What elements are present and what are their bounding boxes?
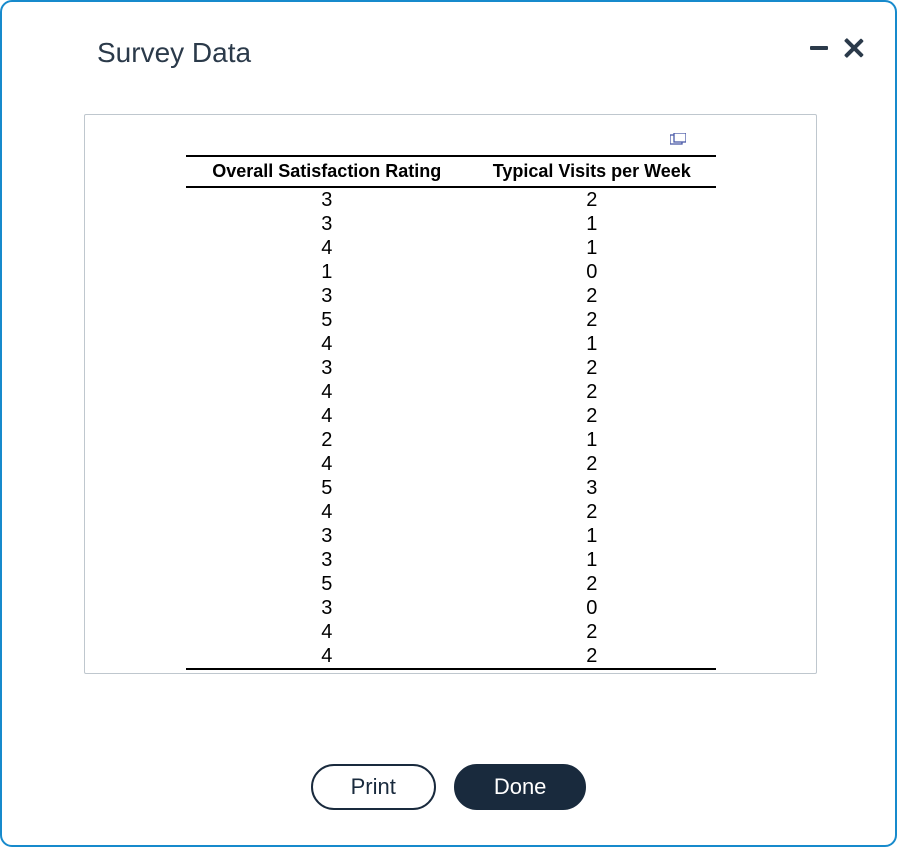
cell-visits: 0 bbox=[468, 596, 715, 620]
table-row: 41 bbox=[186, 236, 716, 260]
cell-visits: 3 bbox=[468, 476, 715, 500]
cell-rating: 3 bbox=[186, 356, 469, 380]
cell-rating: 3 bbox=[186, 524, 469, 548]
cell-rating: 4 bbox=[186, 500, 469, 524]
cell-rating: 5 bbox=[186, 308, 469, 332]
cell-visits: 1 bbox=[468, 236, 715, 260]
survey-table: Overall Satisfaction Rating Typical Visi… bbox=[186, 155, 716, 670]
print-button[interactable]: Print bbox=[311, 764, 436, 810]
cell-rating: 4 bbox=[186, 332, 469, 356]
table-row: 52 bbox=[186, 572, 716, 596]
cell-visits: 2 bbox=[468, 500, 715, 524]
cell-visits: 2 bbox=[468, 620, 715, 644]
cell-visits: 1 bbox=[468, 524, 715, 548]
cell-visits: 1 bbox=[468, 548, 715, 572]
table-row: 32 bbox=[186, 187, 716, 212]
cell-visits: 1 bbox=[468, 212, 715, 236]
cell-rating: 3 bbox=[186, 596, 469, 620]
cell-rating: 4 bbox=[186, 236, 469, 260]
cell-rating: 4 bbox=[186, 452, 469, 476]
cell-visits: 2 bbox=[468, 404, 715, 428]
cell-rating: 5 bbox=[186, 572, 469, 596]
table-row: 32 bbox=[186, 284, 716, 308]
window-controls bbox=[809, 37, 865, 59]
table-row: 52 bbox=[186, 308, 716, 332]
table-row: 31 bbox=[186, 548, 716, 572]
cell-visits: 2 bbox=[468, 308, 715, 332]
cell-rating: 4 bbox=[186, 644, 469, 669]
table-row: 41 bbox=[186, 332, 716, 356]
col-header-rating: Overall Satisfaction Rating bbox=[186, 156, 469, 187]
cell-visits: 2 bbox=[468, 644, 715, 669]
table-row: 42 bbox=[186, 380, 716, 404]
table-row: 42 bbox=[186, 404, 716, 428]
done-button[interactable]: Done bbox=[454, 764, 587, 810]
cell-rating: 2 bbox=[186, 428, 469, 452]
table-row: 31 bbox=[186, 212, 716, 236]
cell-rating: 4 bbox=[186, 404, 469, 428]
cell-rating: 3 bbox=[186, 212, 469, 236]
table-row: 30 bbox=[186, 596, 716, 620]
table-row: 21 bbox=[186, 428, 716, 452]
table-row: 32 bbox=[186, 356, 716, 380]
cell-rating: 5 bbox=[186, 476, 469, 500]
cell-rating: 4 bbox=[186, 380, 469, 404]
cell-visits: 1 bbox=[468, 332, 715, 356]
close-icon[interactable] bbox=[843, 37, 865, 59]
cell-visits: 2 bbox=[468, 380, 715, 404]
cell-rating: 3 bbox=[186, 187, 469, 212]
cell-visits: 2 bbox=[468, 187, 715, 212]
cell-visits: 0 bbox=[468, 260, 715, 284]
table-row: 10 bbox=[186, 260, 716, 284]
cell-rating: 3 bbox=[186, 284, 469, 308]
titlebar: Survey Data bbox=[2, 2, 895, 69]
content-box: Overall Satisfaction Rating Typical Visi… bbox=[84, 114, 817, 674]
cell-visits: 2 bbox=[468, 356, 715, 380]
table-row: 42 bbox=[186, 644, 716, 669]
table-row: 53 bbox=[186, 476, 716, 500]
cell-visits: 1 bbox=[468, 428, 715, 452]
popout-icon[interactable] bbox=[670, 133, 686, 145]
table-row: 42 bbox=[186, 500, 716, 524]
cell-visits: 2 bbox=[468, 572, 715, 596]
button-row: Print Done bbox=[2, 764, 895, 810]
cell-rating: 3 bbox=[186, 548, 469, 572]
cell-rating: 1 bbox=[186, 260, 469, 284]
col-header-visits: Typical Visits per Week bbox=[468, 156, 715, 187]
table-row: 42 bbox=[186, 452, 716, 476]
table-row: 31 bbox=[186, 524, 716, 548]
minimize-icon[interactable] bbox=[809, 38, 829, 58]
cell-rating: 4 bbox=[186, 620, 469, 644]
modal-title: Survey Data bbox=[97, 37, 251, 69]
table-row: 42 bbox=[186, 620, 716, 644]
cell-visits: 2 bbox=[468, 284, 715, 308]
survey-data-modal: Survey Data Overall Satisfaction Rating … bbox=[0, 0, 897, 847]
cell-visits: 2 bbox=[468, 452, 715, 476]
